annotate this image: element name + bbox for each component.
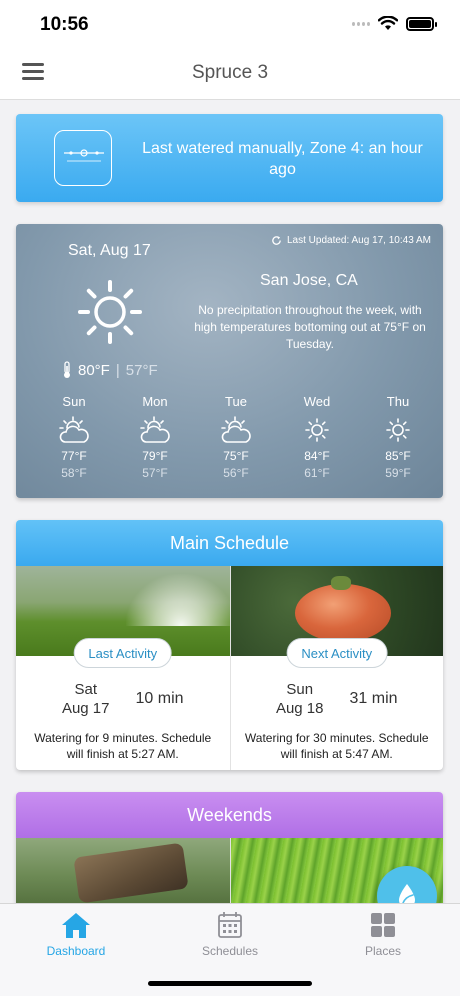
forecast-day: Wed 84°F 61°F (291, 394, 343, 480)
next-activity-duration: 31 min (349, 690, 398, 707)
banner-message: Last watered manually, Zone 4: an hour a… (142, 140, 423, 178)
forecast-low: 57°F (142, 466, 168, 480)
today-low: 57°F (125, 361, 158, 379)
tab-label: Schedules (201, 944, 259, 958)
next-activity-day: Sun (286, 681, 314, 698)
sun-icon (372, 413, 424, 447)
schedule-title: Weekends (16, 792, 443, 838)
sun-icon (291, 413, 343, 447)
forecast-day-name: Mon (142, 394, 168, 409)
partly-cloudy-icon (129, 413, 181, 447)
forecast-day-name: Wed (303, 394, 331, 409)
grid-icon (323, 910, 443, 940)
status-bar: 10:56 (0, 0, 460, 48)
forecast-high: 85°F (385, 449, 411, 463)
forecast-low: 61°F (304, 466, 330, 480)
forecast-high: 79°F (142, 449, 168, 463)
forecast-row: Sun 77°F 58°F Mon 79°F 57°F Tue 75°F 56°… (48, 394, 424, 480)
schedule-title: Main Schedule (16, 520, 443, 566)
last-activity-duration: 10 min (135, 690, 184, 707)
today-high: 80°F (78, 361, 110, 379)
weather-city: San Jose, CA (260, 272, 358, 289)
wifi-icon (378, 16, 398, 30)
forecast-high: 75°F (223, 449, 249, 463)
forecast-high: 77°F (61, 449, 87, 463)
forecast-day-name: Tue (225, 394, 247, 409)
forecast-day: Mon 79°F 57°F (129, 394, 181, 480)
next-activity-button[interactable]: Next Activity (286, 638, 388, 668)
status-time: 10:56 (40, 14, 89, 35)
partly-cloudy-icon (48, 413, 100, 447)
last-watered-banner[interactable]: Last watered manually, Zone 4: an hour a… (16, 114, 443, 202)
last-updated-text: Last Updated: Aug 17, 10:43 AM (287, 235, 431, 246)
tab-label: Dashboard (46, 944, 106, 958)
forecast-high: 84°F (304, 449, 330, 463)
tab-label: Places (364, 944, 402, 958)
refresh-icon[interactable] (271, 235, 282, 246)
last-updated: Last Updated: Aug 17, 10:43 AM (271, 235, 431, 246)
forecast-day: Thu 85°F 59°F (372, 394, 424, 480)
status-icons (352, 16, 437, 31)
today-temps: 80°F | 57°F (62, 361, 158, 379)
main-schedule-card[interactable]: Main Schedule Last Activity Sat Aug 17 1… (16, 520, 443, 770)
last-activity-day-date: Aug 17 (61, 700, 110, 717)
calendar-icon (170, 910, 290, 940)
tab-schedules[interactable]: Schedules (170, 910, 290, 958)
forecast-day: Tue 75°F 56°F (210, 394, 262, 480)
last-activity-date: Sat Aug 17 (62, 680, 110, 718)
weather-description: No precipitation throughout the week, wi… (194, 303, 426, 351)
next-activity-day-date: Aug 18 (275, 700, 324, 717)
home-icon (16, 910, 136, 940)
nav-bar: Spruce 3 (0, 48, 460, 100)
forecast-day-name: Sun (62, 394, 86, 409)
tab-places[interactable]: Places (323, 910, 443, 958)
last-activity-button[interactable]: Last Activity (73, 638, 173, 668)
weather-date: Sat, Aug 17 (68, 242, 151, 259)
forecast-day-name: Thu (386, 394, 410, 409)
signal-icon (352, 21, 370, 27)
thermometer-icon (64, 361, 70, 378)
last-activity-note: Watering for 9 minutes. Schedule will fi… (34, 731, 212, 761)
home-indicator (148, 981, 312, 986)
forecast-day: Sun 77°F 58°F (48, 394, 100, 480)
last-activity-day: Sat (74, 681, 97, 698)
sun-icon (76, 278, 144, 351)
controller-device-icon (54, 130, 112, 186)
forecast-low: 56°F (223, 466, 249, 480)
temp-separator: | (115, 361, 120, 379)
next-activity-date: Sun Aug 18 (276, 680, 324, 718)
battery-icon (406, 16, 437, 31)
forecast-low: 59°F (385, 466, 411, 480)
next-activity-note: Watering for 30 minutes. Schedule will f… (244, 731, 429, 761)
last-activity-panel[interactable]: Last Activity Sat Aug 17 10 min Watering… (16, 566, 230, 770)
forecast-low: 58°F (61, 466, 87, 480)
next-activity-panel[interactable]: Next Activity Sun Aug 18 31 min Watering… (229, 566, 443, 770)
partly-cloudy-icon (210, 413, 262, 447)
weather-card[interactable]: Sat, Aug 17 Last Updated: Aug 17, 10:43 … (16, 224, 443, 498)
page-title: Spruce 3 (191, 62, 269, 83)
tab-dashboard[interactable]: Dashboard (16, 910, 136, 958)
